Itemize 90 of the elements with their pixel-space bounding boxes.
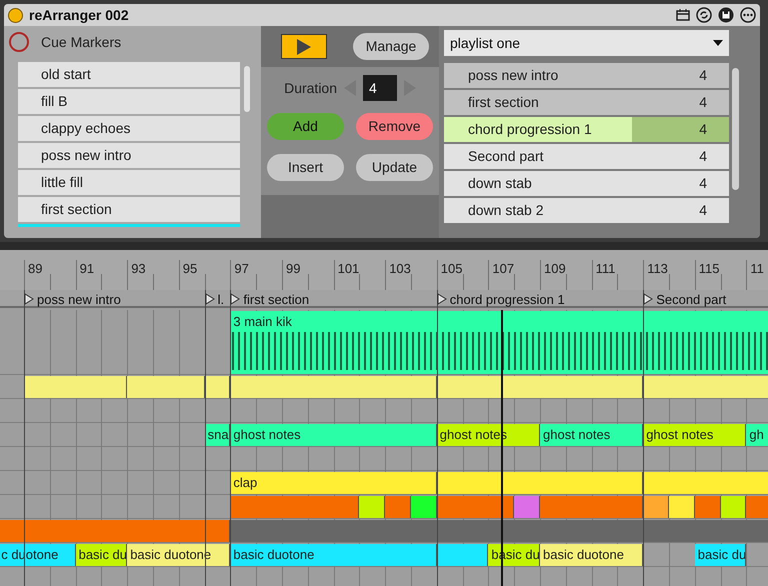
playlist-row[interactable]: poss new intro 4 — [444, 63, 729, 88]
playlist-dropdown[interactable]: playlist one — [444, 30, 729, 56]
dropdown-caret-icon — [713, 40, 723, 46]
clip[interactable]: basic du — [694, 544, 746, 566]
clip[interactable]: clap — [230, 472, 437, 494]
play-button[interactable] — [281, 34, 327, 59]
clip[interactable]: ghost notes — [230, 424, 437, 446]
scrollbar-thumb[interactable] — [244, 66, 250, 112]
clip[interactable]: 3 main kik — [230, 311, 768, 374]
timeline-ruler[interactable] — [0, 250, 768, 290]
bar-number: 115 — [698, 262, 720, 275]
clip-block[interactable] — [230, 376, 437, 398]
clip-block[interactable] — [24, 376, 128, 398]
bar-number: 109 — [544, 262, 566, 275]
cue-marker-item[interactable]: old start — [18, 62, 240, 87]
clip[interactable]: ghost notes — [643, 424, 746, 446]
clip-block[interactable] — [514, 496, 540, 518]
clip-block[interactable] — [436, 472, 644, 494]
duration-field[interactable]: 4 — [363, 75, 397, 101]
bar-number: 105 — [440, 262, 462, 275]
clip-block[interactable] — [359, 496, 386, 518]
clip-block[interactable] — [720, 496, 746, 518]
playlist-row[interactable]: down stab 2 4 — [444, 198, 729, 223]
bar-number: 103 — [389, 262, 411, 275]
clip[interactable]: basic duotone — [230, 544, 437, 566]
more-icon[interactable] — [740, 7, 756, 23]
calendar-icon[interactable] — [676, 9, 690, 21]
cue-marker-item[interactable]: poss new intro — [18, 143, 240, 168]
bar-number: 111 — [596, 262, 616, 275]
bar-number: 89 — [28, 262, 42, 275]
manage-button[interactable]: Manage — [353, 33, 429, 60]
cue-marker-item[interactable]: clappy echoes — [18, 116, 240, 141]
bar-number: 95 — [182, 262, 198, 275]
bar-number: 101 — [338, 262, 360, 275]
cue-marker-item[interactable]: little fill — [18, 170, 240, 195]
cue-marker-item[interactable]: fill B — [18, 89, 240, 114]
locator-triangle-icon[interactable] — [436, 293, 447, 305]
record-arm-icon[interactable] — [9, 32, 29, 52]
bar-number: 113 — [647, 262, 668, 275]
clip[interactable]: sna — [204, 424, 230, 446]
action-button[interactable]: Insert — [267, 154, 344, 181]
clip-block[interactable] — [436, 376, 644, 398]
clip-block[interactable] — [230, 520, 768, 542]
remove-button[interactable]: Remove — [356, 113, 433, 140]
play-icon — [296, 38, 312, 56]
locator-label[interactable]: first section — [243, 293, 312, 306]
bar-number: 107 — [492, 262, 514, 275]
bar-number: 99 — [286, 262, 300, 275]
clip-block[interactable] — [669, 496, 695, 518]
device-title: reArranger 002 — [29, 6, 129, 25]
locator-triangle-icon[interactable] — [204, 293, 215, 305]
bar-number: 93 — [131, 262, 146, 275]
add-button[interactable]: Add — [267, 113, 344, 140]
bar-number: 91 — [80, 262, 94, 275]
refresh-icon[interactable] — [696, 7, 712, 23]
bar-number: 11 — [750, 262, 764, 275]
clip-block[interactable] — [385, 496, 411, 518]
clip-block[interactable] — [694, 496, 721, 518]
clip-block[interactable] — [643, 496, 669, 518]
clip-block[interactable] — [0, 520, 230, 542]
playlist-row[interactable]: Second part 4 — [444, 144, 729, 169]
clip[interactable]: basic du — [76, 544, 128, 566]
cue-marker-item[interactable]: first section — [18, 197, 240, 222]
clip-block[interactable] — [436, 544, 488, 566]
dropdown-value: playlist one — [450, 34, 520, 53]
action-button[interactable]: Update — [356, 154, 433, 181]
scrollbar-thumb[interactable] — [732, 68, 739, 190]
clip-block[interactable] — [127, 376, 205, 398]
locator-label[interactable]: poss new intro — [37, 293, 123, 306]
clip[interactable]: gh — [746, 424, 768, 446]
clip-block[interactable] — [540, 496, 644, 518]
locator-label[interactable]: Second part — [656, 293, 728, 306]
clip-block[interactable] — [230, 496, 360, 518]
clip[interactable]: basic duotone — [540, 544, 644, 566]
locator-triangle-icon[interactable] — [643, 293, 654, 305]
device-on-icon[interactable] — [8, 8, 23, 22]
panel-title: Cue Markers — [41, 32, 122, 52]
clip-block[interactable] — [204, 376, 230, 398]
playlist-row[interactable]: first section 4 — [444, 90, 729, 115]
locator-triangle-icon[interactable] — [230, 293, 240, 305]
save-icon[interactable] — [718, 7, 734, 23]
clip-block[interactable] — [411, 496, 437, 518]
playlist-row[interactable]: chord progression 1 4 — [444, 117, 729, 142]
bar-number: 97 — [234, 262, 249, 275]
locator-triangle-icon[interactable] — [24, 293, 34, 305]
clip-block[interactable] — [436, 496, 514, 518]
locator-label[interactable]: chord progression 1 — [450, 293, 567, 306]
playlist-row[interactable]: down stab 4 — [444, 171, 729, 196]
duration-label: Duration — [283, 78, 337, 98]
clip[interactable]: ghost notes — [540, 424, 644, 446]
